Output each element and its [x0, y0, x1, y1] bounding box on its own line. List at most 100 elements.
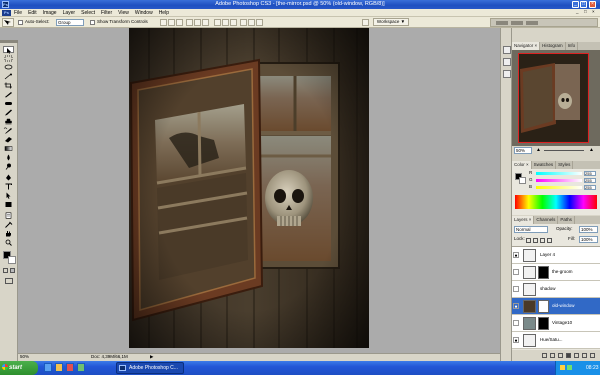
menu-window[interactable]: Window	[135, 10, 153, 16]
shape-tool[interactable]	[3, 201, 14, 208]
show-transform-checkbox[interactable]	[90, 20, 95, 25]
tab-channels[interactable]: Channels	[534, 216, 559, 224]
brushes-panel-icon[interactable]	[503, 46, 511, 54]
menu-help[interactable]: Help	[159, 10, 169, 16]
layer-row[interactable]: ● Layer 4	[512, 247, 600, 264]
zoom-tool[interactable]	[3, 239, 14, 246]
marquee-tool[interactable]	[3, 55, 14, 62]
magic-wand-tool[interactable]	[3, 73, 14, 80]
auto-select-checkbox[interactable]	[18, 20, 23, 25]
blur-tool[interactable]	[3, 154, 14, 161]
g-slider[interactable]	[536, 179, 582, 182]
lock-position-icon[interactable]	[540, 238, 545, 243]
quick-mask-icon[interactable]	[3, 268, 8, 273]
move-tool[interactable]	[3, 46, 14, 54]
screen-mode-icon[interactable]	[5, 278, 13, 284]
layer-row[interactable]: ● Hue/Satu...	[512, 332, 600, 349]
quicklaunch-icon-1[interactable]	[44, 363, 52, 372]
tray-icon-2[interactable]	[567, 365, 572, 370]
bridge-button[interactable]	[362, 19, 369, 26]
pen-tool[interactable]	[3, 174, 14, 181]
layer-row[interactable]: ● old-window	[512, 298, 600, 315]
tray-icon-1[interactable]	[560, 365, 565, 370]
color-spectrum-ramp[interactable]	[515, 195, 597, 209]
taskbar-photoshop-button[interactable]: Adobe Photoshop C...	[116, 362, 184, 374]
navigator-preview[interactable]	[518, 53, 589, 143]
layer-row[interactable]: Vintage10	[512, 315, 600, 332]
auto-select-dropdown[interactable]: Group	[56, 19, 84, 26]
standard-mode-icon[interactable]	[10, 268, 15, 273]
workspace-dropdown[interactable]: Workspace ▼	[373, 18, 409, 26]
r-value[interactable]: 255	[584, 171, 596, 176]
hand-tool[interactable]	[3, 230, 14, 237]
distribute-top-button[interactable]	[214, 19, 221, 26]
eraser-tool[interactable]	[3, 136, 14, 143]
distribute-vcenter-button[interactable]	[222, 19, 229, 26]
align-top-button[interactable]	[160, 19, 167, 26]
brushes-tab[interactable]	[496, 21, 508, 25]
layer-row[interactable]: shadow	[512, 281, 600, 298]
distribute-left-button[interactable]	[240, 19, 247, 26]
distribute-right-button[interactable]	[256, 19, 263, 26]
background-color-swatch[interactable]	[8, 256, 16, 264]
doc-minimize-button[interactable]: _	[576, 7, 579, 16]
align-left-button[interactable]	[186, 19, 193, 26]
link-layers-icon[interactable]	[542, 353, 547, 358]
layer-style-icon[interactable]	[550, 353, 555, 358]
navigator-zoom-field[interactable]: 50%	[514, 147, 532, 154]
lock-all-icon[interactable]	[547, 238, 552, 243]
layer-mask-thumbnail[interactable]	[538, 266, 549, 279]
menu-view[interactable]: View	[118, 10, 129, 16]
r-slider[interactable]	[536, 172, 582, 175]
b-slider[interactable]	[536, 186, 582, 189]
zoom-in-icon[interactable]: ▲	[589, 148, 594, 153]
layer-mask-thumbnail[interactable]	[538, 317, 549, 330]
tool-presets-panel-icon[interactable]	[503, 58, 511, 66]
dodge-tool[interactable]	[3, 163, 14, 170]
align-bottom-button[interactable]	[176, 19, 183, 26]
zoom-out-icon[interactable]: ▲	[536, 148, 541, 153]
doc-restore-button[interactable]: □	[584, 7, 587, 16]
type-tool[interactable]	[3, 183, 14, 190]
visibility-eye-icon[interactable]: ●	[513, 303, 519, 310]
slice-tool[interactable]	[3, 91, 14, 98]
align-hcenter-button[interactable]	[194, 19, 201, 26]
navigator-zoom-slider[interactable]	[544, 150, 584, 151]
g-value[interactable]: 255	[584, 178, 596, 183]
menu-filter[interactable]: Filter	[101, 10, 112, 16]
path-select-tool[interactable]	[3, 192, 14, 199]
notes-tool[interactable]	[3, 212, 14, 219]
menu-select[interactable]: Select	[81, 10, 95, 16]
healing-tool[interactable]	[3, 100, 14, 107]
gradient-tool[interactable]	[3, 145, 14, 152]
doc-close-button[interactable]: ×	[592, 7, 595, 16]
new-layer-icon[interactable]	[582, 353, 587, 358]
fill-field[interactable]: 100%	[579, 236, 598, 243]
tab-styles[interactable]: Styles	[556, 161, 574, 169]
trash-icon[interactable]	[590, 353, 595, 358]
visibility-eye-icon[interactable]	[513, 269, 519, 275]
b-value[interactable]: 255	[584, 185, 596, 190]
layer-comps-tab[interactable]	[526, 21, 538, 25]
visibility-eye-icon[interactable]	[513, 286, 519, 292]
align-vcenter-button[interactable]	[168, 19, 175, 26]
blend-mode-dropdown[interactable]: Normal	[514, 226, 548, 233]
lock-pixels-icon[interactable]	[533, 238, 538, 243]
tab-paths[interactable]: Paths	[558, 216, 575, 224]
menu-file[interactable]: File	[14, 10, 22, 16]
quicklaunch-icon-2[interactable]	[55, 363, 63, 372]
layer-mask-thumbnail[interactable]	[538, 300, 549, 313]
add-mask-icon[interactable]	[558, 353, 563, 358]
distribute-hcenter-button[interactable]	[248, 19, 255, 26]
crop-tool[interactable]	[3, 82, 14, 89]
menu-image[interactable]: Image	[43, 10, 57, 16]
opacity-field[interactable]: 100%	[579, 226, 598, 233]
tab-histogram[interactable]: Histogram	[540, 42, 566, 50]
distribute-bottom-button[interactable]	[230, 19, 237, 26]
align-right-button[interactable]	[202, 19, 209, 26]
tab-info[interactable]: Info	[566, 42, 579, 50]
lock-transparent-icon[interactable]	[526, 238, 531, 243]
tools-panel-grip[interactable]	[0, 40, 18, 43]
tab-swatches[interactable]: Swatches	[532, 161, 557, 169]
layer-comps-panel-icon[interactable]	[503, 70, 511, 78]
